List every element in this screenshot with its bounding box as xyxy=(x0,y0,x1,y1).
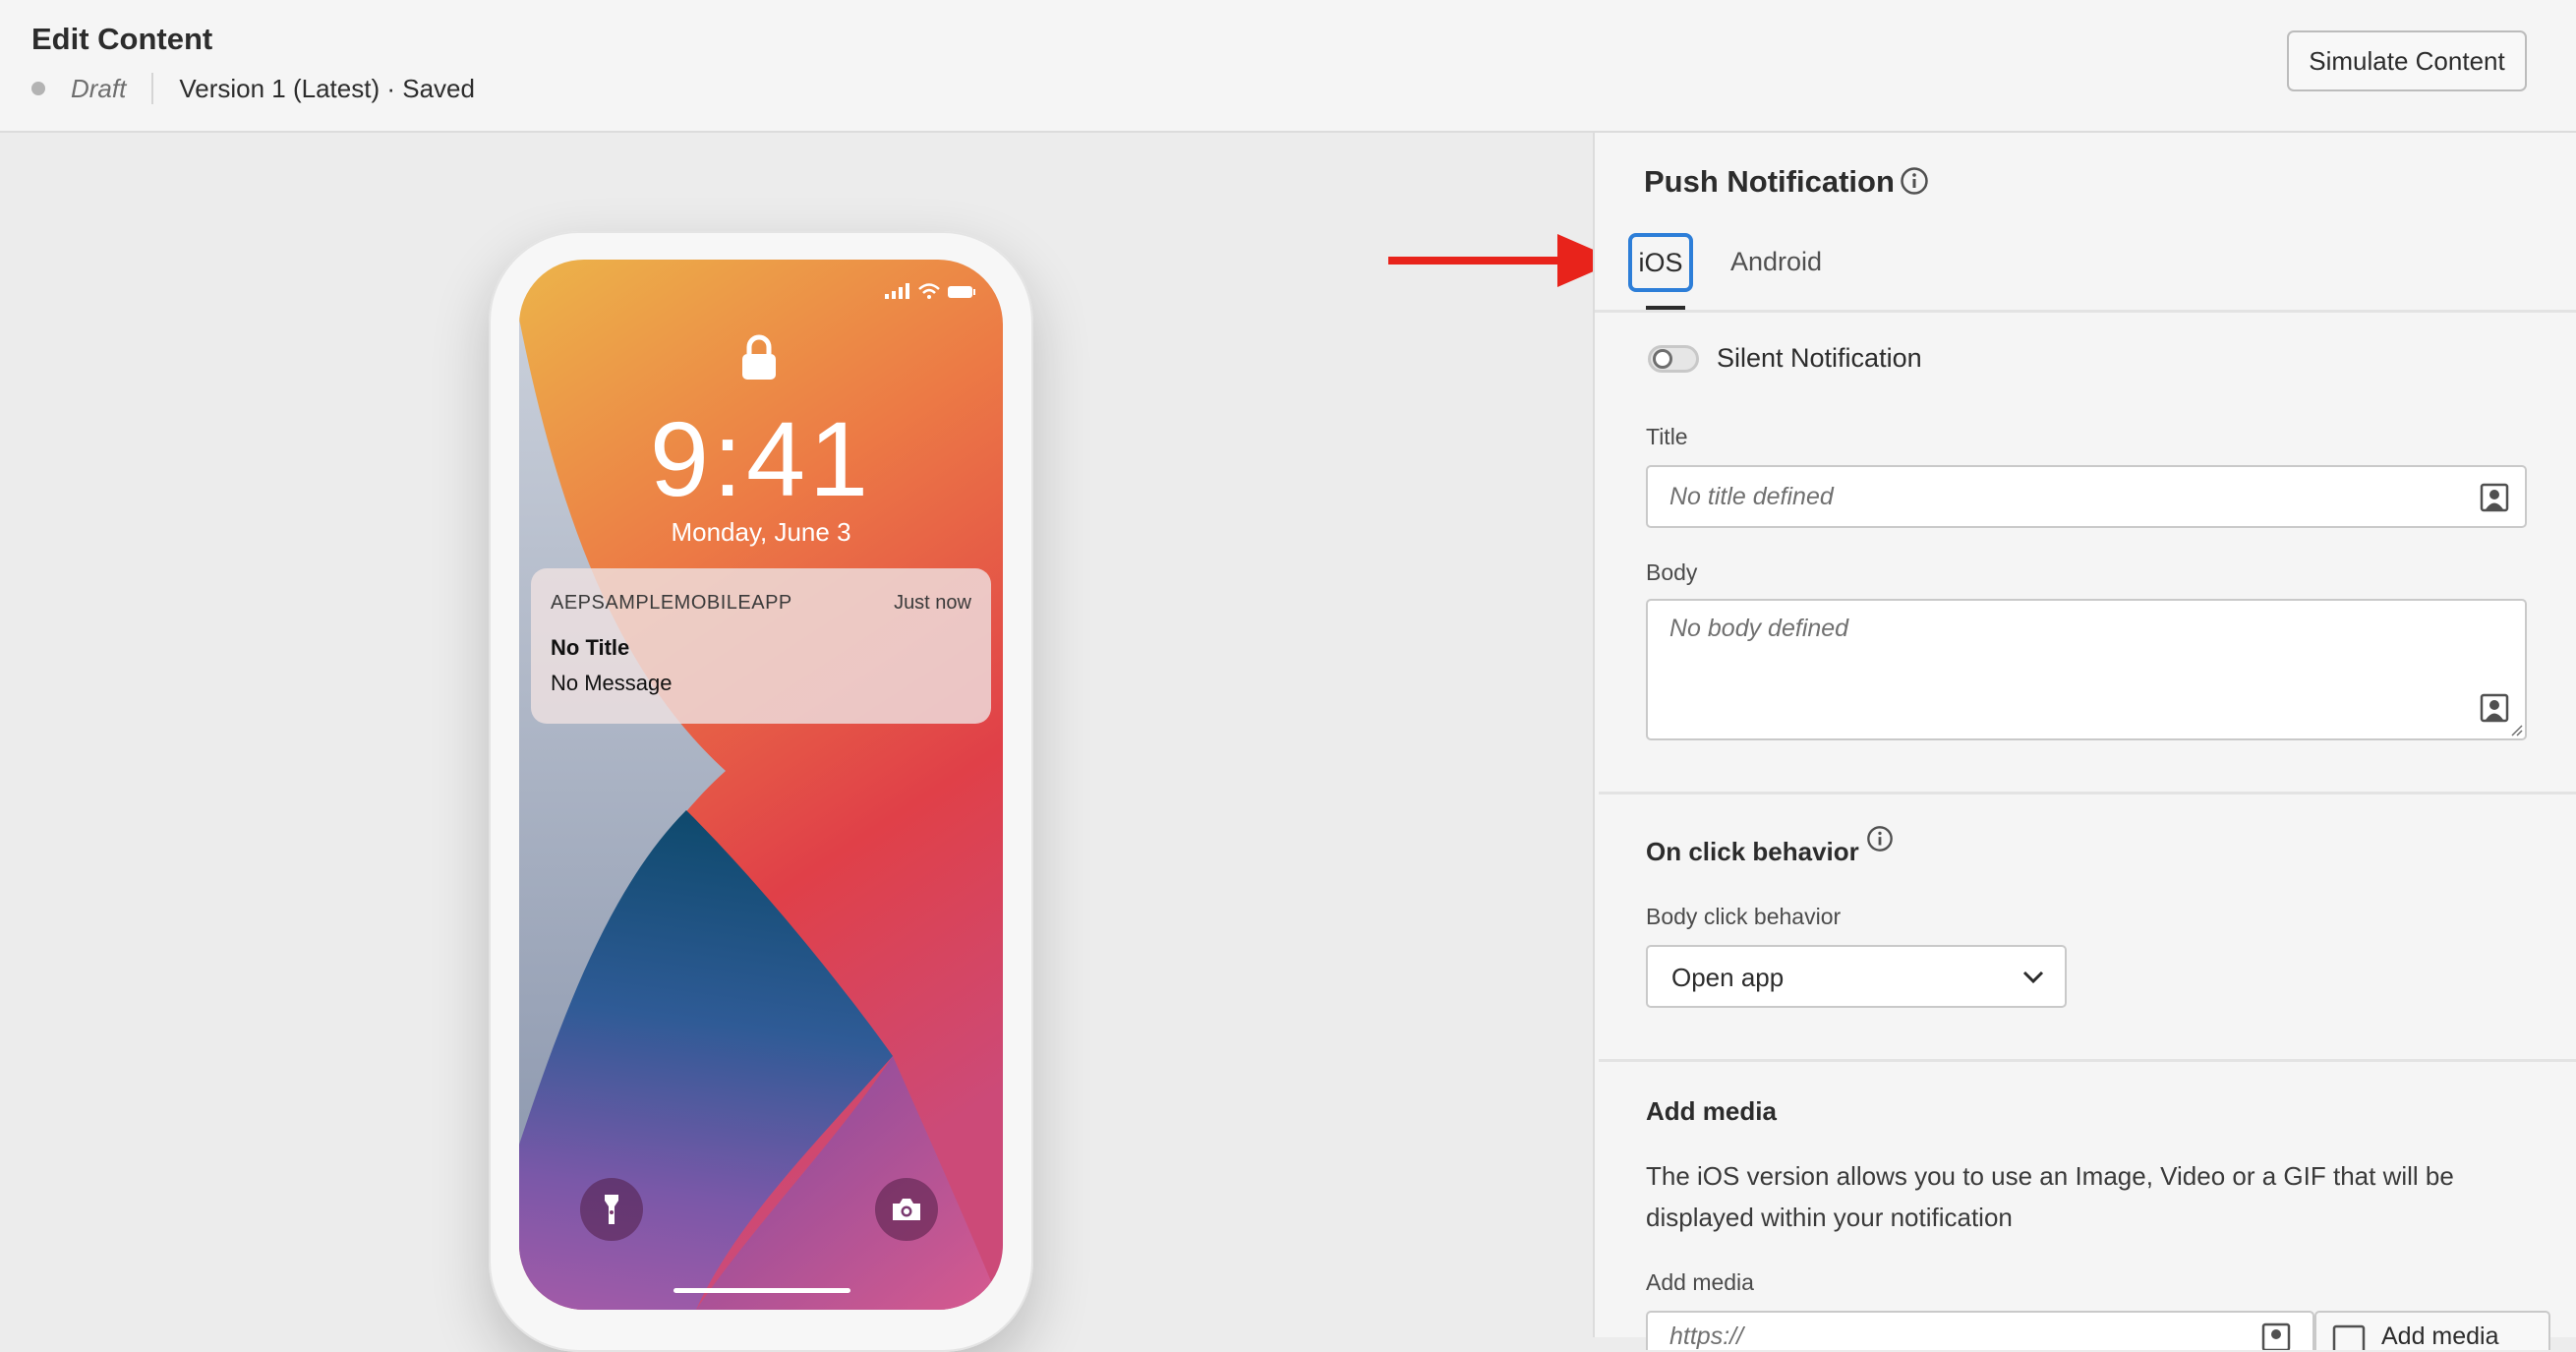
status-dot-icon xyxy=(31,82,45,95)
phone-screen: 9:41 Monday, June 3 AEPSAMPLEMOBILEAPP J… xyxy=(519,260,1003,1310)
properties-panel: Push Notification iOS Android Silent Not… xyxy=(1593,133,2576,1350)
silent-notification-label: Silent Notification xyxy=(1717,343,1922,373)
status-label: Draft xyxy=(71,73,127,103)
platform-tabs: iOS Android xyxy=(1595,227,2576,313)
tab-ios[interactable]: iOS xyxy=(1628,233,1693,292)
add-media-placeholder: https:// xyxy=(1669,1323,1744,1350)
body-field-label: Body xyxy=(1646,559,1698,585)
flashlight-button xyxy=(580,1178,643,1241)
info-icon[interactable] xyxy=(1866,825,1894,852)
page-title: Edit Content xyxy=(31,22,213,56)
notification-timestamp: Just now xyxy=(894,592,971,614)
top-header: Edit Content Draft Version 1 (Latest) · … xyxy=(0,0,2576,133)
title-field-label: Title xyxy=(1646,424,1688,449)
body-click-behavior-dropdown[interactable]: Open app xyxy=(1646,945,2067,1008)
lock-icon xyxy=(742,334,776,380)
toggle-knob xyxy=(1653,349,1672,369)
notification-preview-card: AEPSAMPLEMOBILEAPP Just now No Title No … xyxy=(531,568,991,724)
add-media-field-label: Add media xyxy=(1646,1269,1754,1295)
battery-icon xyxy=(948,286,975,298)
camera-icon xyxy=(893,1199,920,1220)
title-placeholder: No title defined xyxy=(1669,483,1834,510)
dropdown-selected-value: Open app xyxy=(1671,963,1785,992)
add-media-button-label: Add media xyxy=(2381,1323,2499,1350)
body-placeholder: No body defined xyxy=(1669,615,1849,642)
status-row: Draft Version 1 (Latest) · Saved xyxy=(31,71,475,106)
simulate-content-button[interactable]: Simulate Content xyxy=(2287,30,2527,91)
resize-handle-icon[interactable] xyxy=(2509,723,2523,736)
tab-selected-indicator xyxy=(1646,306,1685,310)
image-icon xyxy=(2332,1324,2366,1350)
lockscreen-clock: 9:41 xyxy=(649,399,873,518)
tab-android[interactable]: Android xyxy=(1730,247,1822,277)
body-field[interactable]: No body defined xyxy=(1646,599,2527,740)
notification-title: No Title xyxy=(551,635,630,660)
signal-icon xyxy=(885,283,909,299)
camera-button xyxy=(875,1178,938,1241)
notification-app-name: AEPSAMPLEMOBILEAPP xyxy=(551,592,792,614)
divider xyxy=(151,73,154,104)
add-media-url-field[interactable]: https:// xyxy=(1646,1311,2314,1350)
personalization-icon[interactable] xyxy=(2480,693,2509,723)
add-media-description: The iOS version allows you to use an Ima… xyxy=(1646,1161,2454,1232)
info-icon[interactable] xyxy=(1900,166,1929,196)
home-indicator xyxy=(673,1288,850,1293)
personalization-icon[interactable] xyxy=(2480,483,2509,512)
add-media-section-title: Add media xyxy=(1646,1096,1777,1126)
section-divider xyxy=(1599,1059,2576,1062)
annotation-arrow-icon xyxy=(1388,234,1618,287)
panel-title: Push Notification xyxy=(1644,164,1895,199)
version-label: Version 1 (Latest) · Saved xyxy=(179,73,475,103)
add-media-button[interactable]: Add media xyxy=(2314,1311,2550,1350)
personalization-icon[interactable] xyxy=(2261,1323,2291,1350)
silent-notification-toggle[interactable] xyxy=(1648,345,1699,373)
chevron-down-icon xyxy=(2022,970,2044,984)
title-field[interactable]: No title defined xyxy=(1646,465,2527,528)
flashlight-icon xyxy=(605,1195,618,1224)
body-click-behavior-label: Body click behavior xyxy=(1646,904,1842,929)
on-click-section-title: On click behavior xyxy=(1646,837,1859,866)
wifi-icon xyxy=(918,283,940,299)
lockscreen-date: Monday, June 3 xyxy=(671,517,851,547)
status-bar xyxy=(885,283,975,299)
section-divider xyxy=(1599,792,2576,794)
notification-message: No Message xyxy=(551,671,673,695)
